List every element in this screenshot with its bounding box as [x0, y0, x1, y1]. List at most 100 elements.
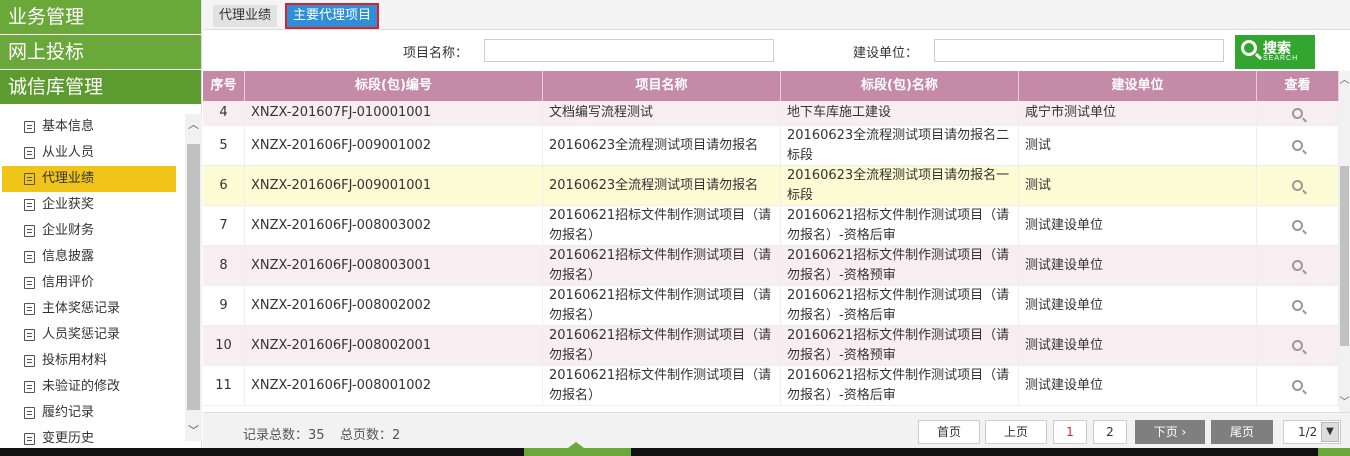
table-row[interactable]: 4 XNZX-201607FJ-010001001 文档编写流程测试 地下车库施… — [203, 101, 1339, 126]
view-cell[interactable] — [1257, 366, 1339, 405]
col-header-view: 查看 — [1257, 71, 1339, 101]
sidebar-item-staff[interactable]: 从业人员 — [2, 140, 176, 166]
builder-label: 建设单位： — [853, 46, 919, 61]
sidebar-list: 基本信息 从业人员 代理业绩 企业获奖 企业财务 信息披露 信用评价 主体奖惩记… — [0, 107, 184, 448]
table-row[interactable]: 9 XNZX-201606FJ-008002002 20160621招标文件制作… — [203, 286, 1339, 326]
sidebar-item-basic-info[interactable]: 基本信息 — [2, 114, 176, 140]
page-1-button[interactable]: 1 — [1053, 420, 1087, 444]
magnifier-icon[interactable] — [1292, 380, 1303, 391]
sidebar-item-credit-rating[interactable]: 信用评价 — [2, 270, 176, 296]
page-select[interactable]: 1/2 ▼ — [1283, 420, 1341, 444]
prev-page-button[interactable]: 上页 — [985, 420, 1047, 444]
last-page-button[interactable]: 尾页 — [1211, 420, 1273, 444]
view-cell[interactable] — [1257, 166, 1339, 205]
table-row[interactable]: 10 XNZX-201606FJ-008002001 20160621招标文件制… — [203, 326, 1339, 366]
document-icon — [24, 433, 35, 445]
sidebar-item-staff-rewards[interactable]: 人员奖惩记录 — [2, 322, 176, 348]
magnifier-icon[interactable] — [1292, 220, 1303, 231]
project-name-input[interactable] — [484, 39, 774, 62]
cell-builder: 咸宁市测试单位 — [1019, 101, 1257, 125]
cell-section: 20160621招标文件制作测试项目（请勿报名）-资格后审 — [781, 366, 1019, 405]
table-row[interactable]: 11 XNZX-201606FJ-008001002 20160621招标文件制… — [203, 366, 1339, 406]
sidebar-scrollbar[interactable]: ︿ ﹀ — [185, 114, 202, 441]
col-header-no: 序号 — [203, 71, 245, 101]
cell-code: XNZX-201606FJ-008003001 — [245, 246, 543, 285]
nav-section-online-bid[interactable]: 网上投标 — [0, 35, 201, 70]
cell-code: XNZX-201606FJ-008002001 — [245, 326, 543, 365]
sidebar-item-label: 主体奖惩记录 — [42, 301, 121, 316]
sidebar-item-label: 基本信息 — [42, 119, 95, 134]
nav-section-business[interactable]: 业务管理 — [0, 0, 201, 35]
table-scrollbar[interactable]: ︿ ﹀ — [1339, 71, 1350, 412]
scrollbar-thumb[interactable] — [187, 144, 200, 410]
cell-builder: 测试建设单位 — [1019, 366, 1257, 405]
cell-section: 20160623全流程测试项目请勿报名二标段 — [781, 126, 1019, 165]
search-button[interactable]: 搜索 SEARCH — [1235, 35, 1315, 69]
cell-builder: 测试 — [1019, 166, 1257, 205]
sidebar-item-entity-rewards[interactable]: 主体奖惩记录 — [2, 296, 176, 322]
tab-main-projects[interactable]: 主要代理项目 — [284, 3, 380, 29]
scrollbar-thumb[interactable] — [1340, 166, 1349, 346]
cell-no: 9 — [203, 286, 245, 325]
table-row[interactable]: 5 XNZX-201606FJ-009001002 20160623全流程测试项… — [203, 126, 1339, 166]
total-pages: 总页数：2 — [340, 428, 401, 443]
document-icon — [24, 277, 35, 289]
magnifier-icon[interactable] — [1292, 107, 1303, 119]
sidebar-item-agency-performance[interactable]: 代理业绩 — [2, 166, 176, 192]
next-page-button[interactable]: 下页 › — [1135, 420, 1205, 444]
view-cell[interactable] — [1257, 246, 1339, 285]
sidebar-item-label: 变更历史 — [42, 431, 95, 446]
view-cell[interactable] — [1257, 101, 1339, 125]
sidebar-item-bid-materials[interactable]: 投标用材料 — [2, 348, 176, 374]
chevron-down-icon[interactable]: ﹀ — [185, 422, 202, 439]
tab-agency-performance[interactable]: 代理业绩 — [213, 5, 278, 27]
chevron-down-icon[interactable]: ▼ — [1321, 422, 1339, 442]
magnifier-icon[interactable] — [1292, 180, 1303, 191]
nav-section-credit[interactable]: 诚信库管理 — [0, 70, 201, 105]
chevron-up-icon[interactable]: ︿ — [185, 116, 202, 133]
sidebar-item-label: 信用评价 — [42, 275, 95, 290]
table-row[interactable]: 8 XNZX-201606FJ-008003001 20160621招标文件制作… — [203, 246, 1339, 286]
app-root: 业务管理 网上投标 诚信库管理 基本信息 从业人员 代理业绩 企业获奖 企业财务… — [0, 0, 1350, 456]
page-select-value: 1/2 — [1298, 425, 1318, 439]
sidebar-item-awards[interactable]: 企业获奖 — [2, 192, 176, 218]
bottom-right-block — [1318, 448, 1350, 456]
magnifier-icon[interactable] — [1292, 300, 1303, 311]
magnifier-icon[interactable] — [1292, 260, 1303, 271]
table-row[interactable]: 7 XNZX-201606FJ-008003002 20160621招标文件制作… — [203, 206, 1339, 246]
cell-project: 20160621招标文件制作测试项目（请勿报名） — [543, 286, 781, 325]
first-page-button[interactable]: 首页 — [918, 420, 980, 444]
document-icon — [24, 355, 35, 367]
magnifier-icon[interactable] — [1292, 340, 1303, 351]
cell-section: 地下车库施工建设 — [781, 101, 1019, 125]
document-icon — [24, 381, 35, 393]
sidebar-item-label: 人员奖惩记录 — [42, 327, 121, 342]
sidebar-item-label: 企业获奖 — [42, 197, 95, 212]
bottom-tab[interactable] — [524, 448, 631, 456]
sidebar-item-unverified[interactable]: 未验证的修改 — [2, 374, 176, 400]
sidebar-item-disclosure[interactable]: 信息披露 — [2, 244, 176, 270]
view-cell[interactable] — [1257, 206, 1339, 245]
builder-input[interactable] — [934, 39, 1224, 62]
col-header-section: 标段(包)名称 — [781, 71, 1019, 101]
page-2-button[interactable]: 2 — [1093, 420, 1127, 444]
sidebar-item-contract-records[interactable]: 履约记录 — [2, 400, 176, 426]
chevron-up-icon[interactable]: ︿ — [1339, 71, 1350, 86]
view-cell[interactable] — [1257, 326, 1339, 365]
cell-no: 8 — [203, 246, 245, 285]
view-cell[interactable] — [1257, 126, 1339, 165]
document-icon — [24, 121, 35, 133]
table-row[interactable]: 6 XNZX-201606FJ-009001001 20160623全流程测试项… — [203, 166, 1339, 206]
cell-section: 20160621招标文件制作测试项目（请勿报名）-资格预审 — [781, 246, 1019, 285]
cell-project: 20160623全流程测试项目请勿报名 — [543, 126, 781, 165]
cell-no: 11 — [203, 366, 245, 405]
sidebar-item-change-history[interactable]: 变更历史 — [2, 426, 176, 448]
sidebar-item-finance[interactable]: 企业财务 — [2, 218, 176, 244]
chevron-down-icon[interactable]: ﹀ — [1339, 393, 1350, 408]
magnifier-icon[interactable] — [1292, 140, 1303, 151]
cell-builder: 测试建设单位 — [1019, 246, 1257, 285]
cell-code: XNZX-201607FJ-010001001 — [245, 101, 543, 125]
cell-section: 20160623全流程测试项目请勿报名一标段 — [781, 166, 1019, 205]
document-icon — [24, 303, 35, 315]
view-cell[interactable] — [1257, 286, 1339, 325]
